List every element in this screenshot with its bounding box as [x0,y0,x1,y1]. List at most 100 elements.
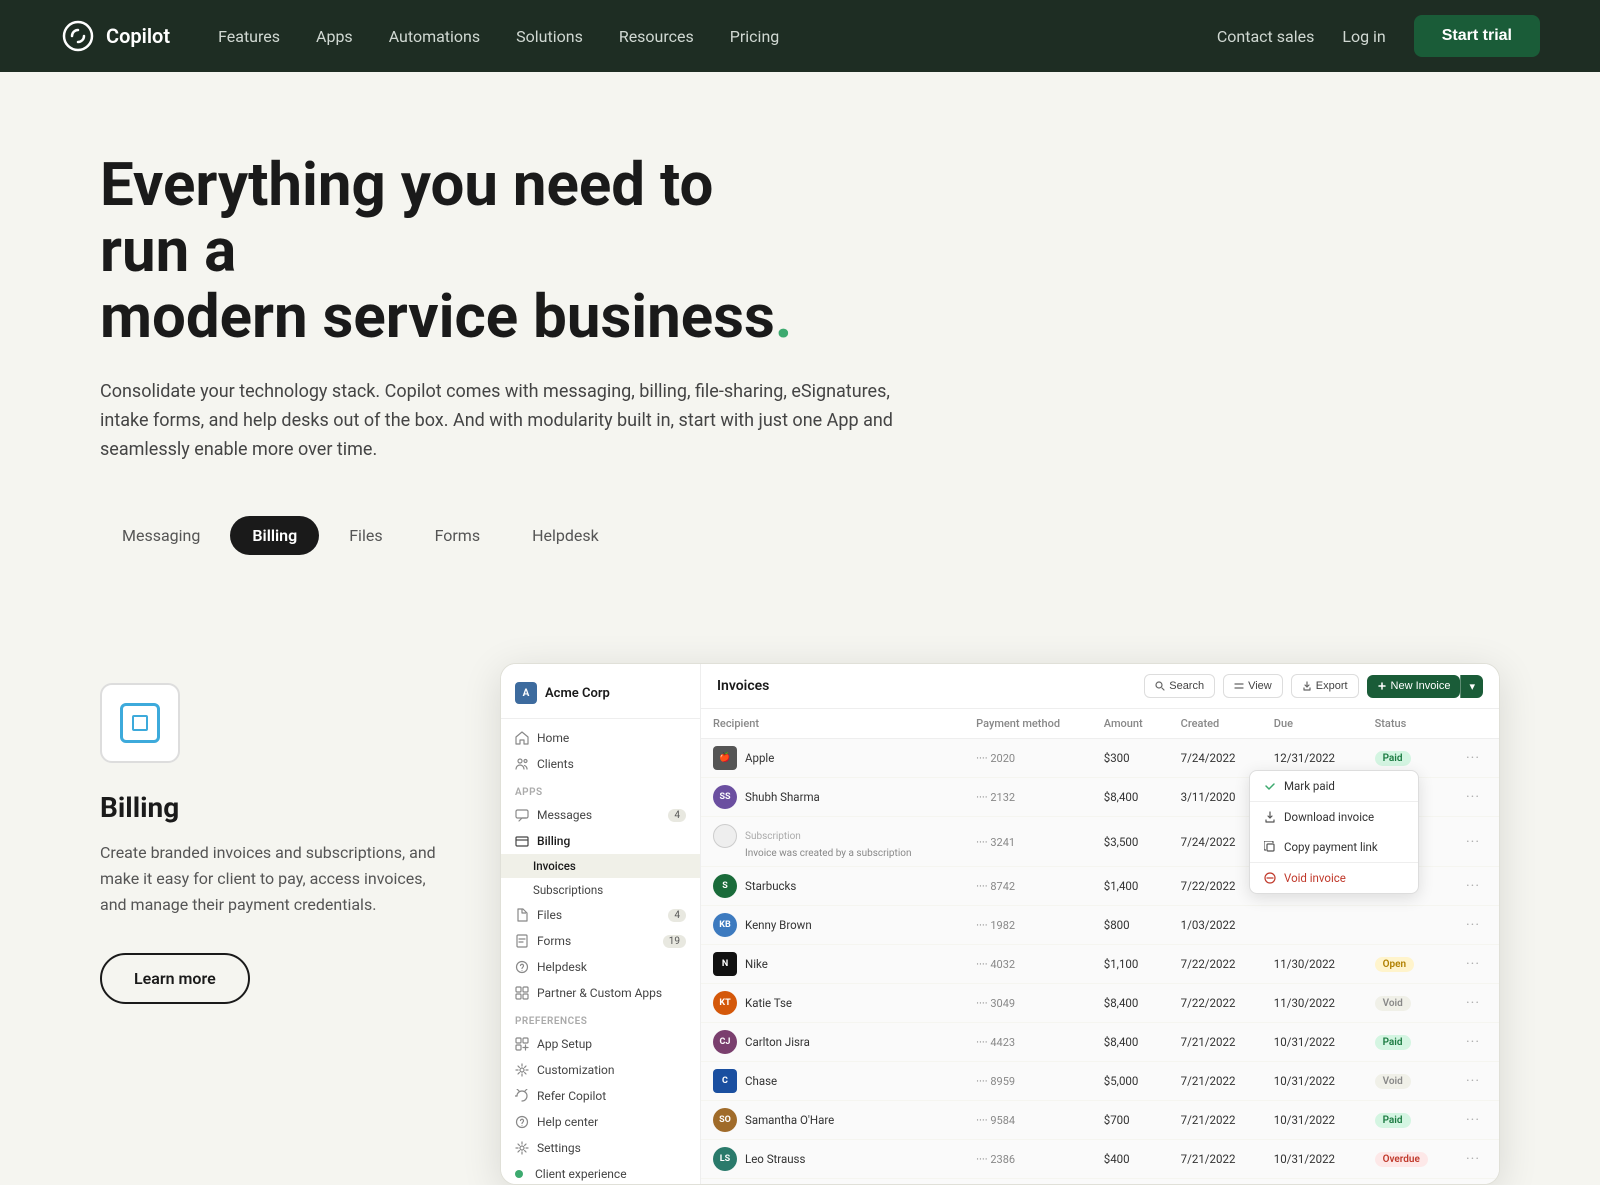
app-screenshot: A Acme Corp Home Clients Apps Messages 4 [500,663,1500,1185]
nav-login[interactable]: Log in [1342,27,1385,46]
home-icon [515,731,529,745]
context-void[interactable]: Void invoice [1250,863,1418,893]
sidebar-item-refer[interactable]: Refer Copilot [501,1083,700,1109]
sidebar-item-help[interactable]: Help center [501,1109,700,1135]
recipient-cell: SS Shubh Sharma [713,785,952,809]
search-button[interactable]: Search [1144,674,1215,698]
refer-icon [515,1089,529,1103]
cell-actions: ··· [1454,945,1499,984]
avatar: KT [713,991,737,1015]
cell-created: 7/21/2022 [1169,1023,1262,1062]
clients-icon [515,757,529,771]
cell-created: 7/21/2022 [1169,1140,1262,1179]
recipient-name: Leo Strauss [745,1152,805,1166]
sidebar-item-helpdesk[interactable]: Helpdesk [501,954,700,980]
cell-recipient: LS Leo Strauss [701,1140,964,1179]
recipient-name: Starbucks [745,879,796,893]
cell-status: Paid [1363,1101,1454,1140]
sidebar-item-app-setup[interactable]: App Setup [501,1031,700,1057]
sidebar-item-forms[interactable]: Forms 19 [501,928,700,954]
more-actions-button[interactable]: ··· [1466,1034,1480,1050]
more-actions-button[interactable]: ··· [1466,1073,1480,1089]
sidebar-item-settings[interactable]: Settings [501,1135,700,1161]
recipient-cell: CJ Carlton Jisra [713,1030,952,1054]
more-actions-button[interactable]: ··· [1466,956,1480,972]
cell-created: 7/24/2022 [1169,739,1262,778]
more-actions-button[interactable]: ··· [1466,917,1480,933]
new-invoice-dropdown[interactable]: ▾ [1460,675,1483,698]
more-actions-button[interactable]: ··· [1466,1112,1480,1128]
app-sidebar: A Acme Corp Home Clients Apps Messages 4 [501,664,701,1184]
cell-payment-method: ···· 1982 [964,906,1092,945]
nav-solutions[interactable]: Solutions [516,27,583,46]
plus-icon [1377,681,1387,691]
nav-pricing[interactable]: Pricing [730,27,780,46]
table-row: LS Leo Strauss ···· 2386 $400 7/21/2022 … [701,1140,1499,1179]
status-badge: Paid [1375,1113,1411,1128]
context-download[interactable]: Download invoice [1250,802,1418,832]
cell-payment-method: ···· 3049 [964,984,1092,1023]
cell-status: Paid [1363,1023,1454,1062]
more-actions-button[interactable]: ··· [1466,834,1480,850]
sidebar-item-messages[interactable]: Messages 4 [501,802,700,828]
more-actions-button[interactable]: ··· [1466,1151,1480,1167]
hero-subtext: Consolidate your technology stack. Copil… [100,378,940,464]
sidebar-sub-subscriptions[interactable]: Subscriptions [501,878,700,902]
more-actions-button[interactable]: ··· [1466,750,1480,766]
context-mark-paid[interactable]: Mark paid [1250,771,1418,801]
left-panel: Billing Create branded invoices and subs… [100,663,440,1004]
sidebar-item-partner-apps[interactable]: Partner & Custom Apps [501,980,700,1006]
nav-features[interactable]: Features [218,27,280,46]
cell-payment-method: ···· 4032 [964,945,1092,984]
export-button[interactable]: Export [1291,674,1359,698]
cell-recipient: N Nike [701,945,964,984]
cell-amount: $3,200 [1092,1179,1169,1185]
tab-messaging[interactable]: Messaging [100,516,222,555]
start-trial-button[interactable]: Start trial [1414,15,1540,57]
help-icon [515,1115,529,1129]
new-invoice-button[interactable]: New Invoice [1367,675,1461,698]
messages-badge: 4 [668,809,686,822]
hero-headline: Everything you need to run a modern serv… [100,152,800,350]
nav-apps[interactable]: Apps [316,27,353,46]
status-badge: Void [1375,1074,1411,1089]
status-badge: Paid [1375,1035,1411,1050]
billing-description: Create branded invoices and subscription… [100,840,440,917]
table-row: SO Samantha O'Hare ···· 9584 $700 7/21/2… [701,1101,1499,1140]
cell-due: 11/30/2022 [1262,984,1363,1023]
cell-payment-method: ···· 8959 [964,1062,1092,1101]
logo[interactable]: Copilot [60,18,170,54]
context-copy-link[interactable]: Copy payment link [1250,832,1418,862]
cell-payment-method: ···· 1023 [964,1179,1092,1185]
cell-actions: ··· [1454,1140,1499,1179]
sidebar-item-billing[interactable]: Billing [501,828,700,854]
tab-files[interactable]: Files [327,516,404,555]
sidebar-item-home[interactable]: Home [501,725,700,751]
sidebar-item-clients[interactable]: Clients [501,751,700,777]
billing-icon-inner [120,703,160,743]
nav-resources[interactable]: Resources [619,27,694,46]
recipient-name: Katie Tse [745,996,792,1010]
nav-automations[interactable]: Automations [389,27,480,46]
more-actions-button[interactable]: ··· [1466,995,1480,1011]
nav-contact-sales[interactable]: Contact sales [1217,27,1314,46]
tab-billing[interactable]: Billing [230,516,319,555]
view-button[interactable]: View [1223,674,1283,698]
cell-amount: $8,400 [1092,1023,1169,1062]
billing-icon [515,834,529,848]
more-actions-button[interactable]: ··· [1466,789,1480,805]
tab-helpdesk[interactable]: Helpdesk [510,516,621,555]
cell-recipient: C Chase [701,1062,964,1101]
sidebar-item-client-experience[interactable]: Client experience [501,1161,700,1184]
subscription-note: Invoice was created by a subscription [713,848,952,859]
cell-created: 3/11/2020 [1169,778,1262,817]
sidebar-sub-invoices[interactable]: Invoices [501,854,700,878]
invoices-table: Recipient Payment method Amount Created … [701,709,1499,1184]
more-actions-button[interactable]: ··· [1466,878,1480,894]
sidebar-item-customization[interactable]: Customization [501,1057,700,1083]
learn-more-button[interactable]: Learn more [100,953,250,1004]
feature-tabs: Messaging Billing Files Forms Helpdesk [100,516,1500,555]
sidebar-item-files[interactable]: Files 4 [501,902,700,928]
tab-forms[interactable]: Forms [413,516,503,555]
recipient-cell: SO Samantha O'Hare [713,1108,952,1132]
